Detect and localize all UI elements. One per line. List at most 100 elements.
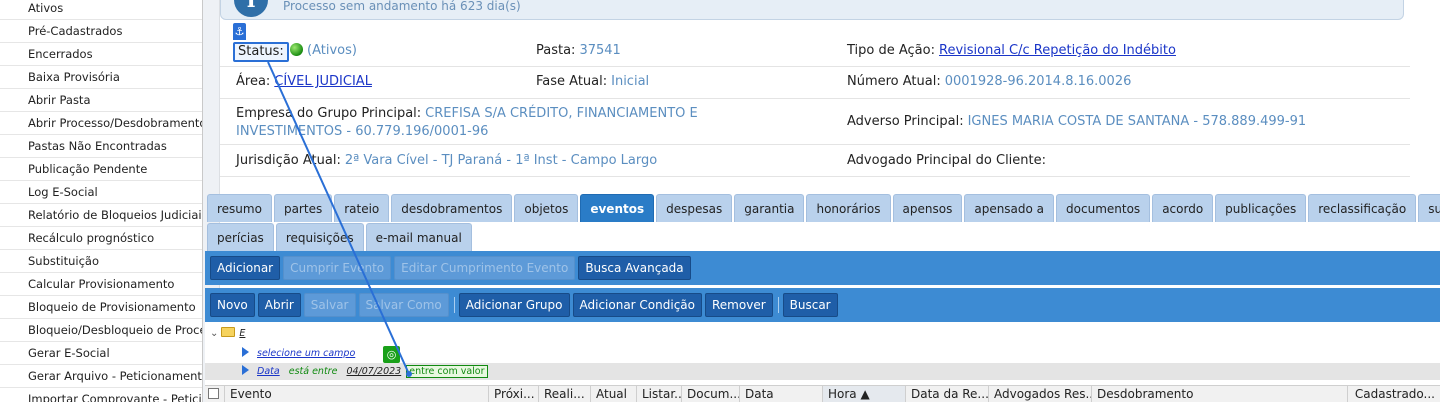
status-value-group: (Ativos)	[284, 43, 357, 58]
tab-substituicao[interactable]: substituição	[1418, 194, 1440, 222]
sidebar-item-relatorio-bloqueios[interactable]: Relatório de Bloqueios Judiciais	[0, 204, 202, 227]
sidebar-item-pastas-nao-encontradas[interactable]: Pastas Não Encontradas	[0, 135, 202, 158]
remover-button[interactable]: Remover	[705, 293, 773, 317]
tab-despesas[interactable]: despesas	[656, 194, 733, 222]
tab-bar-row-1: resumo partes rateio desdobramentos obje…	[207, 194, 1440, 222]
tab-eventos[interactable]: eventos	[580, 194, 655, 222]
tab-desdobramentos[interactable]: desdobramentos	[391, 194, 513, 222]
filter-field-link[interactable]: Data	[257, 366, 280, 377]
tipo-acao-field: Tipo de Ação: Revisional C/c Repetição do…	[847, 43, 1176, 58]
select-all-checkbox[interactable]	[208, 388, 219, 399]
tab-objetos[interactable]: objetos	[514, 194, 579, 222]
tab-reclassificacao[interactable]: reclassificação	[1308, 194, 1417, 222]
anchor-icon: ⚓	[233, 23, 246, 40]
abrir-button[interactable]: Abrir	[257, 293, 301, 317]
jurisdicao-value: 2ª Vara Cível - TJ Paraná - 1ª Inst - Ca…	[344, 153, 658, 168]
target-icon: ◎	[383, 346, 400, 363]
sidebar-item-abrir-processo[interactable]: Abrir Processo/Desdobramento	[0, 112, 202, 135]
salvar-button[interactable]: Salvar	[303, 293, 356, 317]
salvar-como-button[interactable]: Salvar Como	[358, 293, 449, 317]
sidebar-item-gerar-esocial[interactable]: Gerar E-Social	[0, 342, 202, 365]
col-atual[interactable]: Atual	[591, 386, 637, 402]
tab-rateio[interactable]: rateio	[334, 194, 390, 222]
filter-date-value[interactable]: 04/07/2023	[346, 366, 401, 377]
adverso-field: Adverso Principal: IGNES MARIA COSTA DE S…	[847, 114, 1307, 129]
tab-garantia[interactable]: garantia	[734, 194, 805, 222]
col-realizado[interactable]: Reali...	[539, 386, 591, 402]
fase-value: Inicial	[611, 74, 650, 89]
detail-row-3: Empresa do Grupo Principal: CREFISA S/A C…	[220, 99, 1410, 145]
caret-right-icon	[242, 347, 249, 357]
sidebar-item-gerar-arquivo[interactable]: Gerar Arquivo - Peticionamento Ele	[0, 365, 202, 388]
col-data-realizacao[interactable]: Data da Re...	[906, 386, 989, 402]
col-cadastrado[interactable]: Cadastrado...	[1348, 386, 1440, 402]
filter-operator-link[interactable]: está entre	[289, 366, 338, 377]
buscar-button[interactable]: Buscar	[782, 293, 838, 317]
tab-publicacoes[interactable]: publicações	[1215, 194, 1307, 222]
filter-toolbar: Novo Abrir Salvar Salvar Como Adicionar …	[205, 288, 1440, 322]
col-data[interactable]: Data	[740, 386, 823, 402]
col-listar[interactable]: Listar...	[637, 386, 682, 402]
enter-value-input[interactable]: entre com valor	[406, 365, 488, 378]
detail-row-1: Pasta: 37541 Tipo de Ação: Revisional C/c …	[220, 35, 1410, 67]
jurisdicao-field: Jurisdição Atual: 2ª Vara Cível - TJ Para…	[236, 153, 658, 168]
editar-cumprimento-button[interactable]: Editar Cumprimento Evento	[394, 256, 576, 280]
adicionar-grupo-button[interactable]: Adicionar Grupo	[458, 293, 570, 317]
filter-root-operator[interactable]: E	[239, 328, 245, 339]
adicionar-condicao-button[interactable]: Adicionar Condição	[572, 293, 702, 317]
sidebar-item-recalculo-prognostico[interactable]: Recálculo prognóstico	[0, 227, 202, 250]
tab-apensado-a[interactable]: apensado a	[964, 194, 1055, 222]
filter-root-node[interactable]: ⌄ E	[210, 327, 245, 339]
tab-email-manual[interactable]: e-mail manual	[365, 223, 472, 251]
area-field: Área: CÍVEL JUDICIAL	[236, 74, 372, 89]
tab-partes[interactable]: partes	[273, 194, 333, 222]
tab-pericias[interactable]: perícias	[207, 223, 274, 251]
detail-row-4: Jurisdição Atual: 2ª Vara Cível - TJ Para…	[220, 145, 1410, 177]
col-proximo[interactable]: Próxi...	[489, 386, 539, 402]
tipo-acao-link[interactable]: Revisional C/c Repetição do Indébito	[939, 43, 1176, 58]
fase-field: Fase Atual: Inicial	[536, 74, 650, 89]
tab-requisicoes[interactable]: requisições	[275, 223, 364, 251]
sidebar-item-pre-cadastrados[interactable]: Pré-Cadastrados	[0, 20, 202, 43]
events-grid-header: Evento Próxi... Reali... Atual Listar...…	[205, 385, 1440, 402]
col-evento[interactable]: Evento	[225, 386, 489, 402]
tab-acordo[interactable]: acordo	[1152, 194, 1214, 222]
chevron-down-icon[interactable]: ⌄	[210, 328, 218, 339]
sidebar-item-bloqueio-desbloqueio[interactable]: Bloqueio/Desbloqueio de Processo	[0, 319, 202, 342]
adverso-value: IGNES MARIA COSTA DE SANTANA - 578.889.4…	[967, 114, 1307, 129]
col-desdobramento[interactable]: Desdobramento	[1092, 386, 1348, 402]
info-icon: i	[234, 0, 268, 17]
sidebar-item-abrir-pasta[interactable]: Abrir Pasta	[0, 89, 202, 112]
tab-bar-row-2: perícias requisições e-mail manual	[207, 223, 474, 251]
cumprir-evento-button[interactable]: Cumprir Evento	[283, 256, 392, 280]
area-link[interactable]: CÍVEL JUDICIAL	[274, 74, 372, 89]
sidebar-item-baixa-provisoria[interactable]: Baixa Provisória	[0, 66, 202, 89]
select-all-cell[interactable]	[205, 386, 225, 402]
sidebar-item-importar-comprovante[interactable]: Importar Comprovante - Peticiona	[0, 388, 202, 402]
sidebar-item-log-esocial[interactable]: Log E-Social	[0, 181, 202, 204]
tab-apensos[interactable]: apensos	[892, 194, 963, 222]
sidebar-item-bloqueio-provisionamento[interactable]: Bloqueio de Provisionamento	[0, 296, 202, 319]
sidebar-item-publicacao-pendente[interactable]: Publicação Pendente	[0, 158, 202, 181]
toolbar-separator	[777, 297, 779, 313]
tab-documentos[interactable]: documentos	[1056, 194, 1151, 222]
tab-resumo[interactable]: resumo	[207, 194, 272, 222]
col-hora[interactable]: Hora ▲	[823, 386, 906, 402]
sidebar-item-encerrados[interactable]: Encerrados	[0, 43, 202, 66]
pasta-field: Pasta: 37541	[536, 43, 621, 58]
novo-button[interactable]: Novo	[210, 293, 255, 317]
status-field[interactable]: Status:	[233, 42, 289, 62]
tab-honorarios[interactable]: honorários	[806, 194, 891, 222]
select-field-link[interactable]: selecione um campo	[257, 348, 355, 359]
detail-row-2: Área: CÍVEL JUDICIAL Fase Atual: Inicial N…	[220, 67, 1410, 99]
col-documento[interactable]: Docum...	[682, 386, 740, 402]
numero-value: 0001928-96.2014.8.16.0026	[944, 74, 1132, 89]
adicionar-button[interactable]: Adicionar	[210, 256, 281, 280]
toolbar-separator	[453, 297, 455, 313]
busca-avancada-button[interactable]: Busca Avançada	[578, 256, 691, 280]
advogado-field: Advogado Principal do Cliente:	[847, 153, 1046, 168]
sidebar-item-substituicao[interactable]: Substituição	[0, 250, 202, 273]
sidebar-item-ativos[interactable]: Ativos	[0, 0, 202, 20]
col-advogados-responsaveis[interactable]: Advogados Res...	[989, 386, 1092, 402]
sidebar-item-calcular-provisionamento[interactable]: Calcular Provisionamento	[0, 273, 202, 296]
